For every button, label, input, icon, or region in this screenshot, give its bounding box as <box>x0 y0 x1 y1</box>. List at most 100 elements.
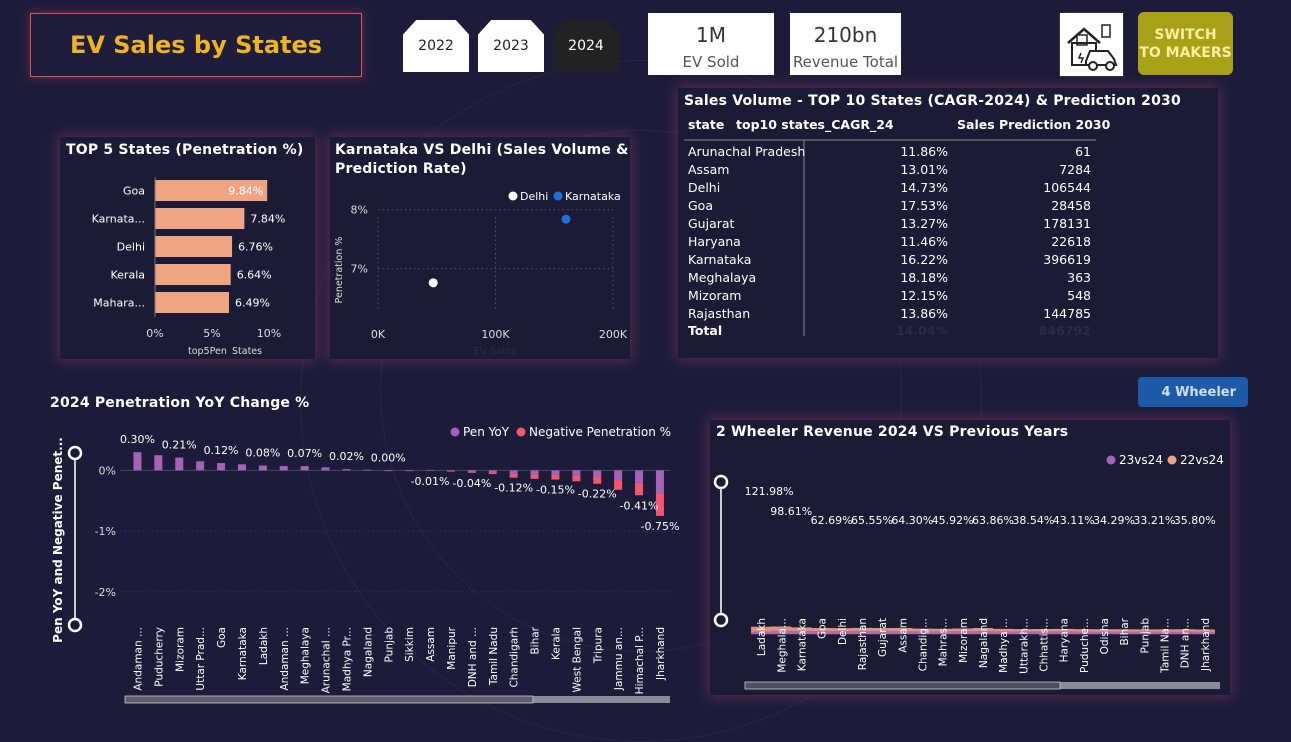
x-category-label: Nagaland <box>362 627 374 677</box>
yoy-bar <box>259 466 267 471</box>
year-label: 2022 <box>418 38 454 54</box>
bar-data-label: 9.84% <box>228 185 263 198</box>
y-axis-label: Pen YoY and Negative Penet... <box>51 437 65 643</box>
bar-data-label: 6.76% <box>238 241 273 254</box>
x-category-label: Ladakh <box>258 627 270 665</box>
year-filter-2023[interactable]: 2023 <box>478 20 544 72</box>
y-axis-label: Penetration % <box>334 237 345 304</box>
y-tick-label: 0% <box>99 464 116 477</box>
area-data-label: 62.69% <box>811 514 853 527</box>
bar-data-label: -0.22% <box>578 488 617 501</box>
x-category-label: Chandigarh <box>509 627 521 688</box>
range-slider-handle <box>715 614 727 626</box>
x-axis-label-suffix: States <box>232 346 262 357</box>
x-tick-label: 10% <box>257 327 281 340</box>
top5-title: TOP 5 States (Penetration %) <box>66 142 303 158</box>
legend-label: 22vs24 <box>1180 453 1224 467</box>
negative-bar <box>447 471 455 472</box>
kpi-card-ev-sold: 1M EV Sold <box>648 13 774 75</box>
range-slider-handle <box>69 447 81 459</box>
table-cell: 13.27% <box>900 216 948 231</box>
legend-marker <box>517 428 526 437</box>
year-filter-2024[interactable]: 2024 <box>553 20 619 72</box>
year-label: 2023 <box>493 38 529 54</box>
horizontal-scrollbar-thumb <box>125 696 533 703</box>
area-data-label: 121.98% <box>745 485 794 498</box>
bar-data-label: 0.00% <box>371 451 406 464</box>
yoy-bar <box>489 470 497 472</box>
y-tick-label: 7% <box>351 263 368 276</box>
cagr-table: statetop10 states_CAGR_24Sales Predictio… <box>678 110 1218 350</box>
table-cell: 106544 <box>1043 180 1091 195</box>
ev-charging-icon <box>1059 12 1124 77</box>
yoy-bar <box>572 470 580 475</box>
yoy-title: 2024 Penetration YoY Change % <box>50 395 309 411</box>
x-category-label: Meghala... <box>776 618 788 673</box>
table-cell: 363 <box>1067 270 1091 285</box>
x-tick-label: 0% <box>146 327 163 340</box>
bar-data-label: -0.01% <box>411 475 450 488</box>
area-data-label: 98.61% <box>770 505 812 518</box>
x-axis-label: EV Sales <box>474 346 517 357</box>
yoy-chart: Pen YoYNegative Penetration %Pen YoY and… <box>30 415 685 710</box>
yoy-bar <box>342 469 350 470</box>
year-filter-2022[interactable]: 2022 <box>403 20 469 72</box>
table-cell: 28458 <box>1051 198 1091 213</box>
x-category-label: Madhya ... <box>998 618 1010 673</box>
table-cell: 61 <box>1075 144 1091 159</box>
table-cell: 13.86% <box>900 306 948 321</box>
top5-bar <box>155 292 229 313</box>
legend-marker <box>554 192 563 201</box>
negative-bar <box>489 472 497 474</box>
scatter-title-line2: Prediction Rate) <box>335 161 467 177</box>
area-data-label: 64.30% <box>891 514 933 527</box>
yoy-bar <box>614 470 622 480</box>
bar-category-label: Karnata... <box>92 213 145 226</box>
scatter-point <box>429 278 438 287</box>
x-tick-label: 0K <box>371 328 386 341</box>
table-cell: Assam <box>688 162 729 177</box>
yoy-bar <box>384 470 392 471</box>
table-total-cell: 846792 <box>1039 323 1091 338</box>
x-category-label: Assam <box>897 618 909 653</box>
table-header-cell: top10 states_CAGR_24 <box>736 117 894 133</box>
year-label: 2024 <box>568 38 604 54</box>
yoy-bar <box>551 470 559 475</box>
negative-bar <box>468 472 476 473</box>
switch-label: TO MAKERS <box>1138 44 1233 62</box>
x-category-label: Uttarakh... <box>1018 618 1030 674</box>
bar-data-label: 0.21% <box>162 439 197 452</box>
table-total-label: Total <box>688 323 722 338</box>
area-data-label: 43.11% <box>1053 514 1095 527</box>
yoy-bar <box>196 461 204 470</box>
x-tick-label: 200K <box>599 328 628 341</box>
x-category-label: Kerala <box>550 627 562 660</box>
legend-marker <box>509 192 518 201</box>
toggle-label: 4 Wheeler <box>1162 385 1236 400</box>
bar-data-label: 0.07% <box>287 447 322 460</box>
area-data-label: 33.21% <box>1133 514 1175 527</box>
table-header-cell: state <box>688 117 724 132</box>
x-tick-label: 100K <box>481 328 510 341</box>
yoy-bar <box>133 452 141 470</box>
x-category-label: Haryana <box>1059 618 1071 662</box>
switch-to-makers-button[interactable]: SWITCH TO MAKERS <box>1138 12 1233 75</box>
range-slider-handle <box>69 619 81 631</box>
bar-category-label: Goa <box>123 185 145 198</box>
x-category-label: DNH and ... <box>467 627 479 687</box>
table-cell: Rajasthan <box>688 306 750 321</box>
negative-bar <box>510 474 518 478</box>
x-category-label: Karnataka <box>796 618 808 671</box>
yoy-bar <box>301 466 309 470</box>
yoy-bar <box>175 458 183 471</box>
bar-data-label: 0.30% <box>120 433 155 446</box>
table-cell: 11.46% <box>900 234 948 249</box>
bar-category-label: Delhi <box>117 241 145 254</box>
x-category-label: Rajasthan <box>857 618 869 670</box>
x-category-label: Ladakh <box>756 618 768 656</box>
table-title: Sales Volume - TOP 10 States (CAGR-2024)… <box>684 93 1181 109</box>
area-data-label: 45.92% <box>932 514 974 527</box>
x-category-label: Tamil Nadu <box>488 627 500 686</box>
four-wheeler-toggle[interactable]: 4 Wheeler <box>1138 377 1248 407</box>
yoy-bar <box>217 463 225 470</box>
